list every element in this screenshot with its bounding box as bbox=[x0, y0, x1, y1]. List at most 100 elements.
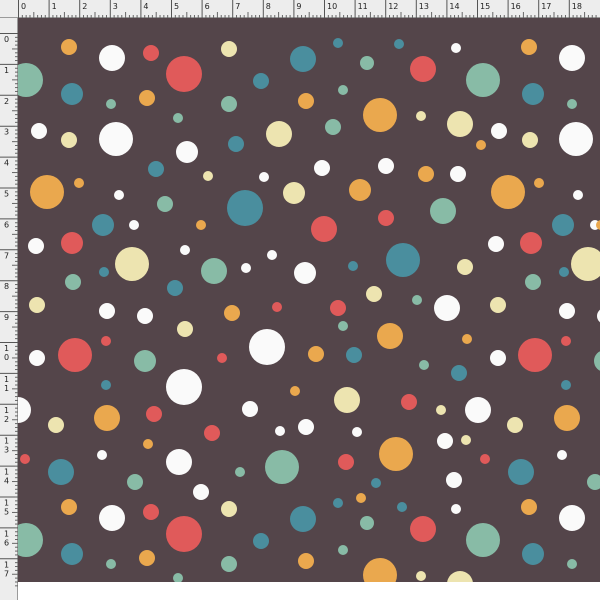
polka-dot-white bbox=[451, 43, 461, 53]
polka-dot-white bbox=[490, 350, 506, 366]
polka-dot-orange bbox=[30, 175, 64, 209]
polka-dot-cream bbox=[507, 417, 523, 433]
polka-dot-sage bbox=[106, 559, 116, 569]
polka-dot-red bbox=[204, 425, 220, 441]
polka-dot-teal bbox=[333, 498, 343, 508]
ruler-left-label: 7 bbox=[4, 251, 9, 260]
polka-dot-teal bbox=[371, 478, 381, 488]
polka-dot-orange bbox=[521, 39, 537, 55]
polka-dot-sage bbox=[221, 96, 237, 112]
polka-dot-white bbox=[242, 401, 258, 417]
polka-dot-teal bbox=[61, 543, 83, 565]
polka-dot-teal bbox=[92, 214, 114, 236]
polka-dot-teal bbox=[386, 243, 420, 277]
ruler-left-label: 1 bbox=[4, 529, 9, 538]
ruler-left-label: 7 bbox=[4, 569, 9, 578]
polka-dot-red bbox=[61, 232, 83, 254]
polka-dot-white bbox=[176, 141, 198, 163]
polka-dot-cream bbox=[266, 121, 292, 147]
ruler-left-label: 1 bbox=[4, 344, 9, 353]
polka-dot-white bbox=[451, 504, 461, 514]
ruler-top[interactable]: 0 1 2 3 4 5 6 7 8 9 10 11 12 13 14 15 16 17 18 bbox=[0, 0, 600, 18]
polka-dot-cream bbox=[436, 405, 446, 415]
polka-dot-white bbox=[97, 450, 107, 460]
polka-dot-white bbox=[31, 123, 47, 139]
polka-dot-red bbox=[311, 216, 337, 242]
polka-dot-orange bbox=[363, 98, 397, 132]
ruler-top-label: 0 bbox=[21, 2, 26, 11]
polka-dot-cream bbox=[221, 501, 237, 517]
polka-dot-sage bbox=[466, 63, 500, 97]
polka-dot-orange bbox=[224, 305, 240, 321]
ruler-top-label: 13 bbox=[419, 2, 429, 11]
polka-dot-white bbox=[557, 450, 567, 460]
polka-dot-white bbox=[99, 303, 115, 319]
polka-dot-white bbox=[559, 122, 593, 156]
polka-dot-cream bbox=[61, 132, 77, 148]
ruler-top-label: 3 bbox=[113, 2, 118, 11]
ruler-left-label: 8 bbox=[4, 282, 9, 291]
polka-dot-teal bbox=[397, 502, 407, 512]
ruler-left-label: 6 bbox=[4, 538, 9, 547]
ruler-left-label: 1 bbox=[4, 560, 9, 569]
polka-dot-orange bbox=[476, 140, 486, 150]
polka-dot-teal bbox=[253, 533, 269, 549]
polka-dot-teal bbox=[61, 83, 83, 105]
polka-dot-teal bbox=[346, 347, 362, 363]
polka-dot-teal bbox=[101, 380, 111, 390]
ruler-top-label: 12 bbox=[388, 2, 398, 11]
ruler-left-label: 2 bbox=[4, 97, 9, 106]
ruler-left-label: 1 bbox=[4, 406, 9, 415]
polka-dot-white bbox=[275, 426, 285, 436]
polka-dot-teal bbox=[290, 506, 316, 532]
ruler-top-label: 4 bbox=[143, 2, 148, 11]
polka-dot-white bbox=[573, 190, 583, 200]
polka-dot-sage bbox=[419, 360, 429, 370]
polka-dot-white bbox=[298, 419, 314, 435]
polka-dot-red bbox=[561, 336, 571, 346]
polka-dot-white bbox=[137, 308, 153, 324]
polka-dot-cream bbox=[177, 321, 193, 337]
polka-dot-cream bbox=[334, 387, 360, 413]
ruler-top-label: 10 bbox=[327, 2, 337, 11]
ruler-top-label: 17 bbox=[541, 2, 551, 11]
polka-dot-red bbox=[20, 454, 30, 464]
ruler-top-label: 16 bbox=[511, 2, 521, 11]
polka-dot-red bbox=[401, 394, 417, 410]
polka-dot-cream bbox=[283, 182, 305, 204]
polka-dot-cream bbox=[490, 297, 506, 313]
polka-dot-teal bbox=[522, 83, 544, 105]
polka-dot-orange bbox=[377, 323, 403, 349]
polka-dot-sage bbox=[525, 274, 541, 290]
ruler-left[interactable]: 01234567891011121314151617 bbox=[0, 18, 18, 600]
polka-dot-teal bbox=[148, 161, 164, 177]
polka-dot-white bbox=[559, 505, 585, 531]
ruler-left-label: 0 bbox=[4, 35, 9, 44]
polka-dot-white bbox=[450, 166, 466, 182]
ruler-top-label: 7 bbox=[235, 2, 240, 11]
polka-dot-red bbox=[520, 232, 542, 254]
polka-dot-white bbox=[465, 397, 491, 423]
polka-dot-red bbox=[58, 338, 92, 372]
document-canvas[interactable] bbox=[18, 18, 600, 600]
polka-dot-white bbox=[99, 505, 125, 531]
polka-dot-orange bbox=[61, 499, 77, 515]
polka-dot-red bbox=[143, 504, 159, 520]
polka-dot-orange bbox=[379, 437, 413, 471]
polka-dot-cream bbox=[203, 171, 213, 181]
polka-dot-cream bbox=[115, 247, 149, 281]
ruler-left-label: 1 bbox=[4, 437, 9, 446]
ruler-top-label: 9 bbox=[296, 2, 301, 11]
polka-dot-red bbox=[330, 300, 346, 316]
polka-dot-cream bbox=[366, 286, 382, 302]
polka-dot-orange bbox=[462, 334, 472, 344]
polka-dot-white bbox=[352, 427, 362, 437]
ruler-left-label: 1 bbox=[4, 499, 9, 508]
polka-dot-white bbox=[129, 220, 139, 230]
polka-dot-sage bbox=[430, 198, 456, 224]
ruler-left-label: 5 bbox=[4, 190, 9, 199]
polka-dot-white bbox=[193, 484, 209, 500]
polka-dot-orange bbox=[139, 550, 155, 566]
polka-dot-orange bbox=[298, 553, 314, 569]
polka-dot-sage bbox=[65, 274, 81, 290]
